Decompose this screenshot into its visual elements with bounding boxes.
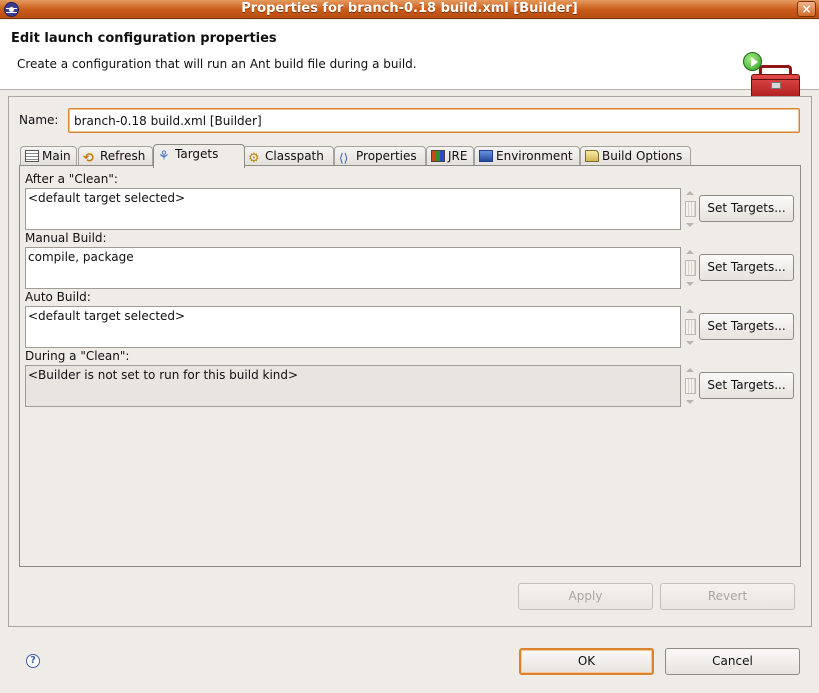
close-button[interactable]: × xyxy=(797,1,816,17)
tab-targets[interactable]: ⚘ Targets xyxy=(153,144,245,168)
manual-build-scrollbar[interactable] xyxy=(683,247,698,289)
header-description: Create a configuration that will run an … xyxy=(17,57,417,71)
during-clean-set-targets-button[interactable]: Set Targets... xyxy=(699,372,794,399)
targets-icon: ⚘ xyxy=(158,149,170,164)
tab-label: Main xyxy=(42,149,71,163)
auto-build-set-targets-button[interactable]: Set Targets... xyxy=(699,313,794,340)
tab-main[interactable]: Main xyxy=(20,146,77,167)
after-clean-targets[interactable]: <default target selected> xyxy=(25,188,681,230)
name-label: Name: xyxy=(19,113,59,127)
manual-build-set-targets-button[interactable]: Set Targets... xyxy=(699,254,794,281)
refresh-icon: ⟲ xyxy=(83,151,94,166)
tab-label: Refresh xyxy=(100,149,146,163)
environment-icon xyxy=(479,150,493,162)
tab-label: Properties xyxy=(356,149,417,163)
dialog-header: Edit launch configuration properties Cre… xyxy=(0,20,819,102)
auto-build-scrollbar[interactable] xyxy=(683,306,698,348)
tab-label: Targets xyxy=(175,147,219,161)
tab-label: Build Options xyxy=(602,149,683,163)
properties-icon: ⟨⟩ xyxy=(339,151,349,165)
window-title: Properties for branch-0.18 build.xml [Bu… xyxy=(241,1,578,16)
after-clean-scrollbar[interactable] xyxy=(683,188,698,230)
during-clean-scrollbar[interactable] xyxy=(683,365,698,407)
classpath-icon: ⚙ xyxy=(248,151,260,166)
cancel-button[interactable]: Cancel xyxy=(665,648,800,675)
ok-button[interactable]: OK xyxy=(519,648,654,675)
after-clean-set-targets-button[interactable]: Set Targets... xyxy=(699,195,794,222)
name-input[interactable] xyxy=(68,108,800,133)
during-clean-label: During a "Clean": xyxy=(25,349,130,363)
manual-build-targets[interactable]: compile, package xyxy=(25,247,681,289)
tab-environment[interactable]: Environment xyxy=(474,146,580,167)
build-options-icon xyxy=(585,150,599,162)
tab-build-options[interactable]: Build Options xyxy=(580,146,691,167)
help-icon[interactable]: ? xyxy=(26,654,40,668)
header-title: Edit launch configuration properties xyxy=(11,31,277,46)
title-bar: Properties for branch-0.18 build.xml [Bu… xyxy=(0,0,819,19)
auto-build-targets[interactable]: <default target selected> xyxy=(25,306,681,348)
after-clean-label: After a "Clean": xyxy=(25,172,118,186)
revert-button[interactable]: Revert xyxy=(660,583,795,610)
jre-icon xyxy=(431,150,445,162)
tab-classpath[interactable]: ⚙ Classpath xyxy=(243,146,334,167)
main-icon xyxy=(25,150,39,162)
tab-jre[interactable]: JRE xyxy=(426,146,474,167)
during-clean-targets: <Builder is not set to run for this buil… xyxy=(25,365,681,407)
run-icon xyxy=(743,52,762,71)
tab-refresh[interactable]: ⟲ Refresh xyxy=(78,146,153,167)
tab-properties[interactable]: ⟨⟩ Properties xyxy=(334,146,426,167)
auto-build-label: Auto Build: xyxy=(25,290,91,304)
tab-label: JRE xyxy=(448,149,468,163)
tab-label: Classpath xyxy=(265,149,324,163)
manual-build-label: Manual Build: xyxy=(25,231,107,245)
apply-button[interactable]: Apply xyxy=(518,583,653,610)
tab-label: Environment xyxy=(496,149,573,163)
